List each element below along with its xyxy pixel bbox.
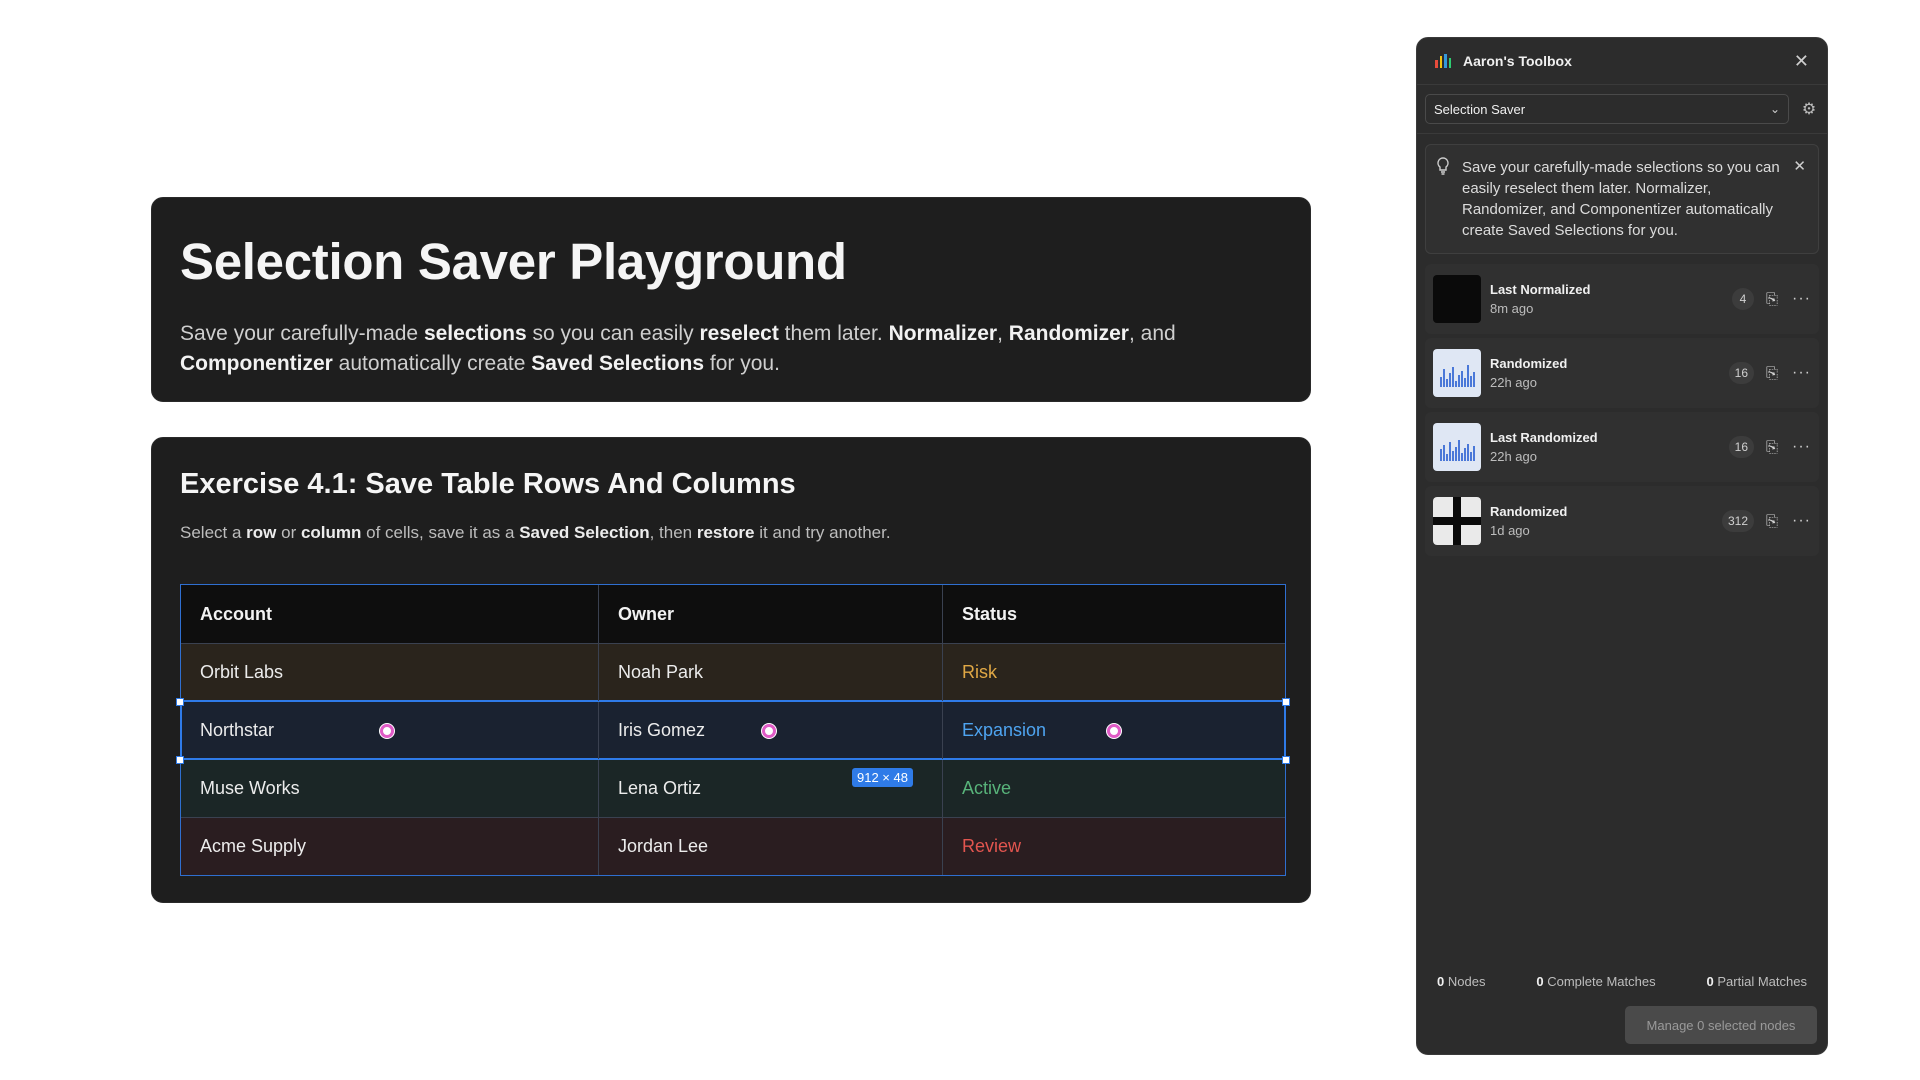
plugin-panel[interactable]: Aaron's Toolbox ✕ Selection Saver ⌄ ⚙ Sa… [1416, 37, 1828, 1055]
cell-text: Expansion [962, 720, 1047, 740]
table-cell[interactable]: Jordan Lee [598, 818, 942, 875]
manage-nodes-button[interactable]: Manage 0 selected nodes [1625, 1006, 1817, 1044]
list-item[interactable]: Randomized 1d ago 312 ⎘ ··· [1425, 486, 1819, 556]
hero-title: Selection Saver Playground [180, 233, 847, 290]
selection-handle[interactable] [176, 756, 184, 764]
restore-icon[interactable]: ⎘ [1766, 439, 1778, 456]
selection-thumbnail [1433, 423, 1481, 471]
selection-pin-icon[interactable] [762, 724, 776, 738]
selection-time: 8m ago [1490, 301, 1534, 316]
table-row[interactable]: Orbit Labs Noah Park Risk [181, 643, 1285, 701]
selection-handle[interactable] [176, 698, 184, 706]
table-cell[interactable]: Muse Works [181, 760, 598, 817]
table-cell[interactable]: Orbit Labs [181, 644, 598, 701]
restore-icon[interactable]: ⎘ [1766, 291, 1778, 308]
status-cell[interactable]: Expansion [942, 702, 1285, 759]
table-cell[interactable]: Noah Park [598, 644, 942, 701]
chevron-down-icon: ⌄ [1769, 102, 1780, 116]
more-icon[interactable]: ··· [1792, 512, 1811, 530]
node-count-badge: 312 [1721, 510, 1754, 532]
selection-name: Randomized [1490, 504, 1568, 519]
saved-selections-list: Last Normalized 8m ago 4 ⎘ ··· Randomize… [1417, 264, 1827, 556]
toolbox-logo-icon [1435, 54, 1451, 68]
selection-time: 22h ago [1490, 449, 1537, 464]
hero-description: Save your carefully-made selections so y… [180, 322, 1176, 375]
selection-size-badge: 912 × 48 [852, 768, 913, 787]
exercise-title: Exercise 4.1: Save Table Rows And Column… [180, 468, 796, 500]
tip-banner: Save your carefully-made selections so y… [1425, 144, 1819, 254]
cell-text: Northstar [200, 720, 275, 740]
selection-name: Last Normalized [1490, 282, 1591, 297]
selection-name: Last Randomized [1490, 430, 1598, 445]
selection-handle[interactable] [1282, 698, 1290, 706]
table-row-selected[interactable]: Northstar Iris Gomez Expansion [180, 700, 1286, 760]
restore-icon[interactable]: ⎘ [1766, 365, 1778, 382]
figma-canvas[interactable]: Selection Saver Playground Save your car… [0, 0, 1920, 1080]
plugin-title: Aaron's Toolbox [1463, 53, 1572, 69]
hero-frame[interactable]: Selection Saver Playground Save your car… [151, 197, 1311, 402]
tool-select[interactable]: Selection Saver ⌄ [1425, 94, 1789, 124]
partial-matches-stat: 0 Partial Matches [1706, 974, 1807, 989]
more-icon[interactable]: ··· [1792, 290, 1811, 308]
complete-matches-stat: 0 Complete Matches [1536, 974, 1656, 989]
selection-thumbnail [1433, 275, 1481, 323]
accounts-table[interactable]: Account Owner Status Orbit Labs Noah Par… [176, 584, 1290, 876]
status-cell[interactable]: Risk [942, 644, 1285, 701]
close-icon[interactable]: ✕ [1793, 157, 1806, 241]
status-cell[interactable]: Active [942, 760, 1285, 817]
close-icon[interactable]: ✕ [1794, 51, 1809, 72]
header-cell-owner[interactable]: Owner [598, 585, 942, 643]
list-item[interactable]: Randomized 22h ago 16 ⎘ ··· [1425, 338, 1819, 408]
tip-text: Save your carefully-made selections so y… [1462, 159, 1780, 239]
nodes-stat: 0 Nodes [1437, 974, 1486, 989]
selection-thumbnail [1433, 497, 1481, 545]
table-cell[interactable]: Acme Supply [181, 818, 598, 875]
node-count-badge: 4 [1732, 288, 1754, 310]
selection-handle[interactable] [1282, 756, 1290, 764]
exercise-description: Select a row or column of cells, save it… [180, 523, 891, 542]
list-item[interactable]: Last Normalized 8m ago 4 ⎘ ··· [1425, 264, 1819, 334]
selection-name: Randomized [1490, 356, 1568, 371]
list-item[interactable]: Last Randomized 22h ago 16 ⎘ ··· [1425, 412, 1819, 482]
selection-time: 1d ago [1490, 523, 1530, 538]
header-cell-account[interactable]: Account [181, 585, 598, 643]
exercise-frame[interactable]: Exercise 4.1: Save Table Rows And Column… [151, 437, 1311, 903]
selection-time: 22h ago [1490, 375, 1537, 390]
table-cell[interactable]: Iris Gomez [598, 702, 942, 759]
header-cell-status[interactable]: Status [942, 585, 1285, 643]
tool-select-row: Selection Saver ⌄ ⚙ [1417, 85, 1827, 134]
cell-text: Iris Gomez [618, 720, 706, 740]
tool-select-value: Selection Saver [1434, 101, 1526, 117]
table-header-row[interactable]: Account Owner Status [181, 585, 1285, 643]
table-row[interactable]: Muse Works Lena Ortiz Active [181, 759, 1285, 817]
gear-icon[interactable]: ⚙ [1799, 99, 1819, 119]
restore-icon[interactable]: ⎘ [1766, 513, 1778, 530]
selection-stats: 0 Nodes 0 Complete Matches 0 Partial Mat… [1417, 974, 1827, 989]
selection-pin-icon[interactable] [380, 724, 394, 738]
plugin-header: Aaron's Toolbox ✕ [1417, 38, 1827, 85]
table-cell[interactable]: Northstar [181, 702, 598, 759]
selection-pin-icon[interactable] [1107, 724, 1121, 738]
more-icon[interactable]: ··· [1792, 438, 1811, 456]
node-count-badge: 16 [1728, 436, 1754, 458]
node-count-badge: 16 [1728, 362, 1754, 384]
more-icon[interactable]: ··· [1792, 364, 1811, 382]
status-cell[interactable]: Review [942, 818, 1285, 875]
selection-thumbnail [1433, 349, 1481, 397]
table-row[interactable]: Acme Supply Jordan Lee Review [181, 817, 1285, 875]
lightbulb-icon [1436, 157, 1452, 241]
